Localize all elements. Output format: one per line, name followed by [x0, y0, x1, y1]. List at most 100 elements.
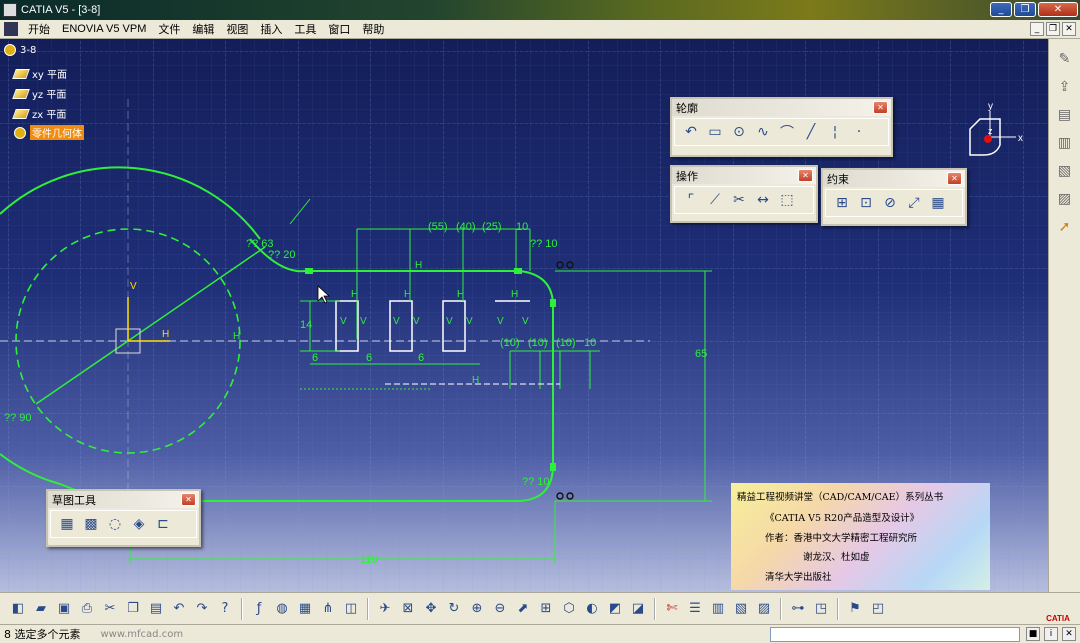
- constraint-dialog-icon[interactable]: ⊞: [832, 193, 852, 213]
- groove-icon[interactable]: ▨: [1054, 189, 1076, 209]
- menu-view[interactable]: 视图: [220, 21, 254, 37]
- properties-icon[interactable]: ▥: [708, 598, 728, 620]
- project-3d-icon[interactable]: ⬚: [777, 190, 797, 210]
- redo-icon[interactable]: ↷: [192, 598, 212, 620]
- help-icon[interactable]: ?: [215, 598, 235, 620]
- profile-toolbar-title[interactable]: 轮廓 ✕: [672, 99, 891, 116]
- undo-icon[interactable]: ↶: [169, 598, 189, 620]
- dim-6-c[interactable]: 6: [418, 352, 424, 364]
- analysis-icon[interactable]: ✄: [662, 598, 682, 620]
- tree-root[interactable]: 3-8: [4, 44, 36, 56]
- tree-node-part-body[interactable]: 零件几何体: [14, 125, 84, 140]
- dim-40[interactable]: (40): [456, 221, 476, 233]
- close-button[interactable]: ✕: [1038, 2, 1078, 17]
- profile-icon[interactable]: ↶: [681, 122, 701, 142]
- fly-mode-icon[interactable]: ✈: [375, 598, 395, 620]
- fit-all-icon[interactable]: ⊠: [398, 598, 418, 620]
- operation-toolbar[interactable]: 操作 ✕ ⌜ ⟋ ✂ ↔ ⬚: [670, 165, 818, 223]
- dim-20-radius[interactable]: ?? 20: [268, 249, 296, 261]
- profile-toolbar[interactable]: 轮廓 ✕ ↶ ▭ ⊙ ∿ ⌒ ╱ ¦ ·: [670, 97, 893, 157]
- copy-icon[interactable]: ❐: [123, 598, 143, 620]
- tree-node-xy-plane[interactable]: xy 平面: [12, 66, 67, 81]
- constraint-toolbar-close-button[interactable]: ✕: [947, 172, 962, 185]
- new-icon[interactable]: ◧: [8, 598, 28, 620]
- shaft-icon[interactable]: ▧: [1054, 161, 1076, 181]
- minimize-button[interactable]: _: [990, 2, 1012, 17]
- sketch-tools-toolbar-title[interactable]: 草图工具 ✕: [48, 491, 199, 508]
- menu-edit[interactable]: 编辑: [186, 21, 220, 37]
- multi-view-icon[interactable]: ⊞: [536, 598, 556, 620]
- dim-90-radius[interactable]: ?? 90: [4, 412, 32, 424]
- dim-25[interactable]: (25): [482, 221, 502, 233]
- table-icon[interactable]: ▦: [295, 598, 315, 620]
- dim-6-b[interactable]: 6: [366, 352, 372, 364]
- geometric-constraints-icon[interactable]: ◈: [129, 514, 149, 534]
- pad-icon[interactable]: ▤: [1054, 105, 1076, 125]
- constraint-toolbar[interactable]: 约束 ✕ ⊞ ⊡ ⊘ ⤢ ▦: [821, 168, 967, 226]
- cut-icon[interactable]: ✂: [100, 598, 120, 620]
- constraint-icon[interactable]: ⊡: [856, 193, 876, 213]
- publication-icon[interactable]: ◰: [868, 598, 888, 620]
- zoom-out-icon[interactable]: ⊖: [490, 598, 510, 620]
- tree-icon[interactable]: ⋔: [318, 598, 338, 620]
- catalog-icon[interactable]: ◫: [341, 598, 361, 620]
- mirror-icon[interactable]: ↔: [753, 190, 773, 210]
- constraint-toolbar-title[interactable]: 约束 ✕: [823, 170, 965, 187]
- layer-icon[interactable]: ▧: [731, 598, 751, 620]
- dim-14[interactable]: 14: [300, 319, 312, 331]
- comment-icon[interactable]: ◍: [272, 598, 292, 620]
- circle-icon[interactable]: ⊙: [729, 122, 749, 142]
- print-icon[interactable]: ⎙: [77, 598, 97, 620]
- corner-icon[interactable]: ⌜: [681, 190, 701, 210]
- dim-10-radius[interactable]: ?? 10: [530, 238, 558, 250]
- profile-toolbar-close-button[interactable]: ✕: [873, 101, 888, 114]
- dim-10-ref-a[interactable]: (10): [500, 337, 520, 349]
- dim-6-a[interactable]: 6: [312, 352, 318, 364]
- save-icon[interactable]: ▣: [54, 598, 74, 620]
- sketch-tools-toolbar[interactable]: 草图工具 ✕ ▦ ▩ ◌ ◈ ⊏: [46, 489, 201, 547]
- dim-10-ref-c[interactable]: (10): [556, 337, 576, 349]
- rectangle-icon[interactable]: ▭: [705, 122, 725, 142]
- shading-icon[interactable]: ◐: [582, 598, 602, 620]
- operation-toolbar-title[interactable]: 操作 ✕: [672, 167, 816, 184]
- operation-toolbar-close-button[interactable]: ✕: [798, 169, 813, 182]
- status-close-icon[interactable]: ✕: [1062, 627, 1076, 641]
- zoom-in-icon[interactable]: ⊕: [467, 598, 487, 620]
- spline-icon[interactable]: ∿: [753, 122, 773, 142]
- document-icon[interactable]: [4, 22, 18, 36]
- normal-view-icon[interactable]: ⬈: [513, 598, 533, 620]
- fix-together-icon[interactable]: ⤢: [904, 193, 924, 213]
- apply-material-icon[interactable]: ◳: [811, 598, 831, 620]
- menu-help[interactable]: 帮助: [356, 21, 390, 37]
- line-icon[interactable]: ╱: [801, 122, 821, 142]
- dim-110[interactable]: 110: [360, 554, 378, 566]
- measure-icon[interactable]: ▨: [754, 598, 774, 620]
- dim-10-bottom-radius[interactable]: ?? 10: [522, 476, 550, 488]
- trim-icon[interactable]: ✂: [729, 190, 749, 210]
- conic-icon[interactable]: ⌒: [777, 122, 797, 142]
- status-info-icon[interactable]: i: [1044, 627, 1058, 641]
- formula-icon[interactable]: ƒ: [249, 598, 269, 620]
- sketcher-icon[interactable]: ✎: [1054, 49, 1076, 69]
- dim-65[interactable]: 65: [695, 348, 707, 360]
- knowledge-icon[interactable]: ⚑: [845, 598, 865, 620]
- iso-view-icon[interactable]: ⬡: [559, 598, 579, 620]
- menu-window[interactable]: 窗口: [322, 21, 356, 37]
- paste-icon[interactable]: ▤: [146, 598, 166, 620]
- command-input[interactable]: [770, 627, 1020, 642]
- hide-show-icon[interactable]: ◩: [605, 598, 625, 620]
- axis-icon[interactable]: ¦: [825, 122, 845, 142]
- menu-tools[interactable]: 工具: [288, 21, 322, 37]
- dim-10-top[interactable]: 10: [516, 221, 528, 233]
- dimensional-constraints-icon[interactable]: ⊏: [153, 514, 173, 534]
- menu-insert[interactable]: 插入: [254, 21, 288, 37]
- restore-button[interactable]: ❐: [1014, 2, 1036, 17]
- point-icon[interactable]: ·: [849, 122, 869, 142]
- tree-node-yz-plane[interactable]: yz 平面: [12, 86, 66, 101]
- construction-element-icon[interactable]: ◌: [105, 514, 125, 534]
- select-arrow-icon[interactable]: ➚: [1054, 217, 1076, 237]
- menu-start[interactable]: 开始: [22, 21, 56, 37]
- animate-constraint-icon[interactable]: ▦: [928, 193, 948, 213]
- compass-widget[interactable]: y x z: [958, 101, 1028, 171]
- dim-55[interactable]: (55): [428, 221, 448, 233]
